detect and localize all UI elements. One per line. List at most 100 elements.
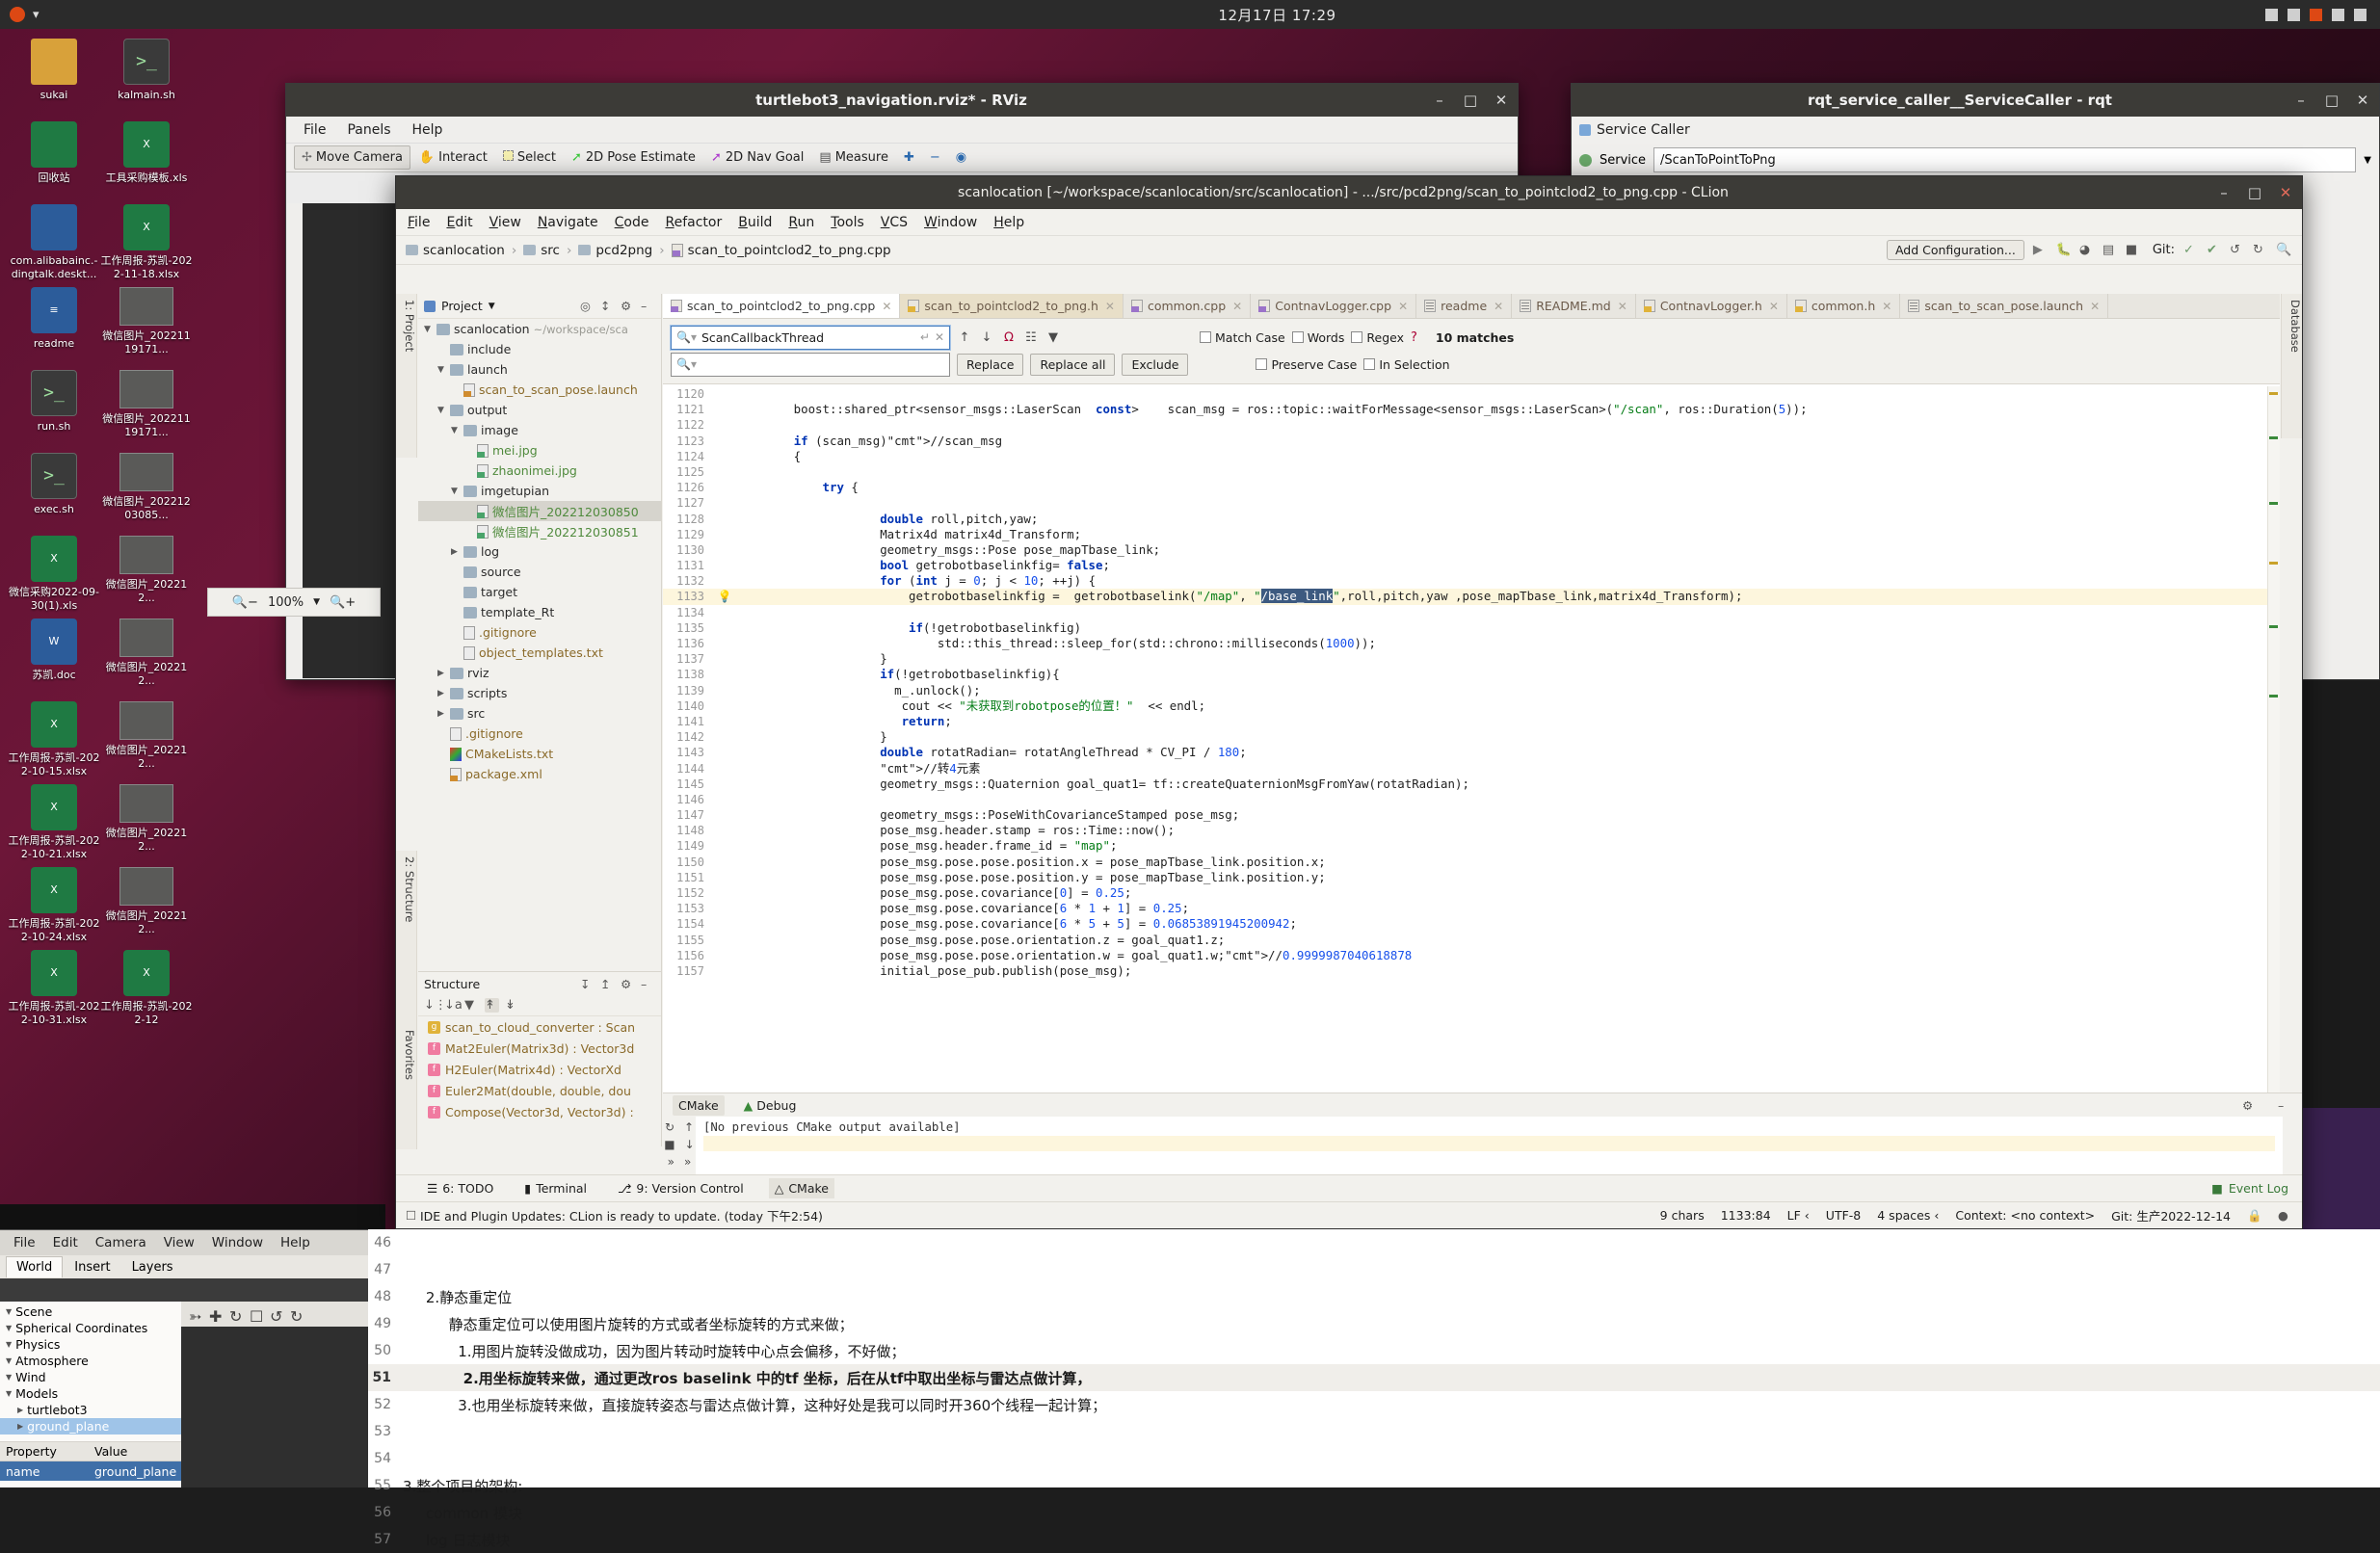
image-zoom-widget[interactable]: 🔍− 100% ▼ 🔍+	[207, 588, 381, 617]
minimize-icon[interactable]: –	[2215, 184, 2233, 201]
project-file-tree[interactable]: ▼ scanlocation ~/workspace/sca include ▼ lau…	[418, 319, 661, 971]
gazebo-tree-item[interactable]: ▼ Models	[0, 1385, 181, 1402]
clear-icon[interactable]: ✕	[935, 330, 944, 344]
camera-icon[interactable]: ◉	[949, 146, 973, 169]
desktop-icon[interactable]: 回收站	[8, 121, 100, 185]
tree-expand-arrow-icon[interactable]: ▼	[422, 325, 433, 334]
line-separator[interactable]: LF ‹	[1787, 1208, 1810, 1223]
tool-window-button[interactable]: ☰ 6: TODO	[421, 1178, 499, 1198]
tool-window-button[interactable]: ⎇ 9: Version Control	[612, 1178, 750, 1198]
gutter-icon[interactable]	[713, 948, 736, 963]
gazebo-tree-item[interactable]: ▼ Atmosphere	[0, 1353, 181, 1369]
tree-expand-arrow-icon[interactable]: ▼	[449, 426, 460, 435]
gutter-icon[interactable]	[713, 651, 736, 667]
close-icon[interactable]: ✕	[1398, 300, 1408, 313]
tree-expand-arrow-icon[interactable]: ▶	[436, 689, 446, 698]
project-tree-item[interactable]: ▶ log	[418, 541, 661, 562]
menu-item-file[interactable]: File	[408, 215, 430, 230]
minimize-icon[interactable]: –	[2292, 92, 2310, 109]
code-line[interactable]: 1144 "cmt">//转4元素	[663, 760, 2280, 776]
tool-window-button[interactable]: ▮ Terminal	[518, 1178, 593, 1198]
collapse-all-icon[interactable]: ↕	[600, 299, 615, 313]
gutter-icon[interactable]	[713, 667, 736, 682]
code-editor[interactable]: 1120 1121 boost::shared_ptr<sensor_msgs::…	[663, 386, 2280, 1146]
search-everywhere-icon[interactable]: 🔍	[2276, 243, 2291, 257]
settings-icon[interactable]: ⚙	[621, 977, 635, 991]
gutter-icon[interactable]	[713, 776, 736, 792]
project-tree-item[interactable]: scan_to_scan_pose.launch	[418, 380, 661, 400]
editor-tab[interactable]: scan_to_pointclod2_to_png.h ✕	[900, 294, 1124, 318]
hide-icon[interactable]: –	[641, 977, 655, 991]
gutter-icon[interactable]	[713, 527, 736, 542]
code-line[interactable]: 1148 pose_msg.header.stamp = ros::Time::…	[663, 823, 2280, 839]
desktop-icon[interactable]: 微信图片_202212...	[100, 619, 193, 688]
locate-icon[interactable]: ◎	[580, 299, 595, 313]
sort-by-visibility-icon[interactable]: ↓⋮	[424, 998, 447, 1013]
translate-icon[interactable]: ✚	[209, 1307, 224, 1326]
project-tree-item[interactable]: .gitignore	[418, 724, 661, 744]
collapse-icon[interactable]: ↥	[600, 977, 615, 991]
gutter-icon[interactable]	[713, 933, 736, 948]
menu-item-edit[interactable]: Edit	[446, 215, 472, 230]
close-icon[interactable]: ✕	[1494, 300, 1503, 313]
chevron-down-icon[interactable]: ▼	[313, 597, 320, 607]
gutter-icon[interactable]	[713, 386, 736, 402]
gutter-icon[interactable]	[713, 512, 736, 527]
desktop-icon[interactable]: com.alibabainc.-dingtalk.deskt...	[8, 204, 100, 281]
gutter-icon[interactable]	[713, 542, 736, 558]
gutter-icon[interactable]	[713, 636, 736, 651]
up-icon[interactable]: ↑	[684, 1120, 694, 1134]
gazebo-tree-item[interactable]: ▼ Physics	[0, 1336, 181, 1353]
hide-icon[interactable]: –	[2278, 1098, 2292, 1113]
scroll-end-icon[interactable]: »	[684, 1155, 691, 1169]
code-line[interactable]: 1154 pose_msg.pose.covariance[6 * 5 + 5]…	[663, 916, 2280, 933]
rviz-tool-select[interactable]: Select	[496, 146, 563, 169]
battery-icon[interactable]	[2310, 8, 2322, 21]
code-line[interactable]: 1139 m_.unlock();	[663, 682, 2280, 698]
settings-icon[interactable]: ⚙	[2242, 1098, 2257, 1113]
maximize-icon[interactable]: □	[1462, 92, 1479, 109]
gazebo-tree-item[interactable]: ▼ Scene	[0, 1303, 181, 1320]
close-icon[interactable]: ✕	[2090, 300, 2100, 313]
project-tree-item[interactable]: target	[418, 582, 661, 602]
desktop-icon[interactable]: 微信图片_20221203085...	[100, 453, 193, 522]
gazebo-tab[interactable]: Layers	[122, 1257, 183, 1277]
structure-item[interactable]: f Euler2Mat(double, double, dou	[418, 1080, 661, 1101]
gutter-icon[interactable]	[713, 885, 736, 901]
desktop-icon[interactable]: X 工作周报-苏凯-2022-10-31.xlsx	[8, 950, 100, 1027]
gazebo-menu-file[interactable]: File	[13, 1235, 36, 1250]
breadcrumb-file[interactable]: scan_to_pointclod2_to_png.cpp	[671, 243, 891, 258]
desktop-icon[interactable]: >_ exec.sh	[8, 453, 100, 516]
profile-icon[interactable]: ◕	[2079, 243, 2094, 257]
redo-icon[interactable]: ↻	[290, 1307, 304, 1326]
collapse-all-icon[interactable]: ↡	[505, 998, 519, 1013]
sort-alphabetically-icon[interactable]: ↓a	[444, 998, 463, 1013]
project-tree-item[interactable]: template_Rt	[418, 602, 661, 622]
keyboard-icon[interactable]	[2332, 8, 2344, 21]
file-encoding[interactable]: UTF-8	[1826, 1208, 1861, 1223]
replace-button[interactable]: Replace	[957, 353, 1024, 376]
gazebo-tree-item[interactable]: ▶ turtlebot3	[0, 1402, 181, 1418]
expand-all-icon[interactable]: ↟	[485, 998, 499, 1013]
gazebo-3d-viewport[interactable]	[181, 1302, 368, 1487]
gutter-icon[interactable]	[713, 729, 736, 745]
undo-icon[interactable]: ↺	[270, 1307, 284, 1326]
volume-icon[interactable]	[2287, 8, 2300, 21]
regex-checkbox[interactable]: Regex	[1351, 330, 1404, 345]
code-line[interactable]: 1132 for (int j = 0; j < 10; ++j) {	[663, 573, 2280, 590]
close-icon[interactable]: ✕	[1105, 300, 1115, 313]
code-line[interactable]: 1127	[663, 495, 2280, 512]
desktop-icon[interactable]: X 工作周报-苏凯-2022-10-15.xlsx	[8, 701, 100, 778]
tree-expand-arrow-icon[interactable]: ▶	[17, 1406, 23, 1414]
tree-expand-arrow-icon[interactable]: ▼	[436, 406, 446, 415]
structure-item[interactable]: f H2Euler(Matrix4d) : VectorXd	[418, 1059, 661, 1080]
tree-expand-arrow-icon[interactable]: ▼	[449, 487, 460, 496]
editor-tab[interactable]: readme ✕	[1416, 294, 1513, 318]
code-lines-container[interactable]: 1120 1121 boost::shared_ptr<sensor_msgs::…	[663, 386, 2280, 1125]
menu-item-code[interactable]: Code	[615, 215, 649, 230]
maximize-icon[interactable]: □	[2323, 92, 2340, 109]
rviz-tool-measure[interactable]: ▤ Measure	[812, 146, 895, 169]
clock[interactable]: 12月17日 17:29	[289, 5, 2265, 25]
git-branch[interactable]: Git: 生产2022-12-14	[2111, 1206, 2231, 1224]
gutter-icon[interactable]	[713, 449, 736, 464]
